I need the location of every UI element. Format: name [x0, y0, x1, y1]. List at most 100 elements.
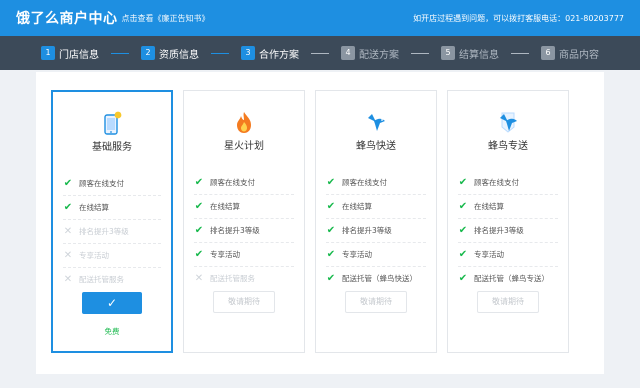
feature-text: 顾客在线支付 — [79, 179, 124, 188]
step-number: 3 — [241, 46, 255, 60]
feature-text: 配送托管服务 — [210, 274, 255, 283]
progress-steps: 1 门店信息 2 资质信息 3 合作方案 4 配送方案 5 结算信息 6 商品内… — [0, 36, 640, 70]
plan-title: 星火计划 — [224, 141, 264, 152]
feature-text: 专享活动 — [342, 250, 372, 259]
step-qualification: 2 资质信息 — [141, 46, 199, 61]
step-cooperation-plan: 3 合作方案 — [241, 46, 299, 61]
feature-text: 排名提升3等级 — [342, 226, 392, 235]
feature-text: 配送托管（蜂鸟专送） — [474, 274, 549, 283]
check-icon: ✔ — [326, 248, 336, 260]
feature-list: ✔ 顾客在线支付 ✔ 在线结算 ✕ 排名提升3等级 ✕ 专享活动 ✕ 配送托管服务 — [63, 172, 161, 291]
check-icon: ✔ — [326, 272, 336, 284]
check-icon: ✔ — [458, 224, 468, 236]
feature-text: 在线结算 — [210, 202, 240, 211]
step-number: 4 — [341, 46, 355, 60]
step-products: 6 商品内容 — [541, 46, 599, 61]
check-icon: ✔ — [63, 177, 73, 189]
step-label: 合作方案 — [259, 49, 299, 61]
top-bar: 饿了么商户中心 点击查看《廉正告知书》 如开店过程遇到问题，可以拨打客服电话：0… — [0, 0, 640, 36]
feature-item: ✔ 排名提升3等级 — [326, 219, 426, 243]
cross-icon: ✕ — [63, 249, 73, 261]
feature-text: 在线结算 — [342, 202, 372, 211]
step-label: 结算信息 — [459, 49, 499, 61]
integrity-notice-link[interactable]: 点击查看《廉正告知书》 — [122, 13, 210, 24]
feature-list: ✔ 顾客在线支付 ✔ 在线结算 ✔ 排名提升3等级 ✔ 专享活动 ✔ 配送托管（蜂鸟专送） — [458, 171, 558, 290]
feature-item: ✔ 在线结算 — [63, 196, 161, 220]
feature-text: 顾客在线支付 — [474, 178, 519, 187]
cross-icon: ✕ — [194, 272, 204, 284]
plan-card-spark[interactable]: 星火计划 ✔ 顾客在线支付 ✔ 在线结算 ✔ 排名提升3等级 ✔ 专享活动 ✕ 配送托管服… — [183, 90, 305, 353]
fire-icon — [233, 109, 255, 135]
check-icon: ✔ — [194, 224, 204, 236]
plan-card-hummingbird-express[interactable]: 蜂鸟快送 ✔ 顾客在线支付 ✔ 在线结算 ✔ 排名提升3等级 ✔ 专享活动 ✔ 配送托管（… — [315, 90, 437, 353]
step-connector — [311, 52, 329, 54]
plan-title: 基础服务 — [92, 142, 132, 153]
select-plan-button[interactable]: ✓ — [82, 292, 142, 314]
step-label: 资质信息 — [159, 49, 199, 61]
step-label: 商品内容 — [559, 49, 599, 61]
step-connector — [511, 52, 529, 54]
coming-soon-button: 敬请期待 — [213, 291, 275, 313]
feature-item: ✔ 排名提升3等级 — [194, 219, 294, 243]
step-connector — [211, 52, 229, 54]
bird-icon — [365, 109, 387, 135]
plan-card-hummingbird-dedicated[interactable]: 蜂鸟专送 ✔ 顾客在线支付 ✔ 在线结算 ✔ 排名提升3等级 ✔ 专享活动 ✔ 配送托管（… — [447, 90, 569, 353]
feature-item: ✕ 排名提升3等级 — [63, 220, 161, 244]
check-icon: ✔ — [458, 200, 468, 212]
step-number: 2 — [141, 46, 155, 60]
feature-item: ✔ 排名提升3等级 — [458, 219, 558, 243]
check-icon: ✔ — [326, 224, 336, 236]
step-label: 配送方案 — [359, 49, 399, 61]
bird-badge-icon — [497, 109, 519, 135]
feature-text: 配送托管（蜂鸟快送） — [342, 274, 417, 283]
step-delivery-plan: 4 配送方案 — [341, 46, 399, 61]
feature-item: ✔ 顾客在线支付 — [458, 171, 558, 195]
feature-text: 顾客在线支付 — [210, 178, 255, 187]
feature-item: ✔ 配送托管（蜂鸟专送） — [458, 267, 558, 290]
plan-title: 蜂鸟专送 — [488, 141, 528, 152]
plan-card-basic[interactable]: 基础服务 ✔ 顾客在线支付 ✔ 在线结算 ✕ 排名提升3等级 ✕ 专享活动 ✕ 配送托管服… — [51, 90, 173, 353]
feature-text: 在线结算 — [79, 203, 109, 212]
feature-text: 专享活动 — [210, 250, 240, 259]
cross-icon: ✕ — [63, 273, 73, 285]
check-icon: ✔ — [326, 200, 336, 212]
feature-text: 排名提升3等级 — [474, 226, 524, 235]
phone-icon — [101, 110, 123, 136]
feature-item: ✔ 在线结算 — [458, 195, 558, 219]
step-connector — [111, 52, 129, 54]
app-title: 饿了么商户中心 — [16, 11, 118, 27]
feature-text: 在线结算 — [474, 202, 504, 211]
check-icon: ✔ — [458, 272, 468, 284]
feature-item: ✔ 在线结算 — [194, 195, 294, 219]
feature-text: 专享活动 — [79, 251, 109, 260]
feature-text: 专享活动 — [474, 250, 504, 259]
step-number: 5 — [441, 46, 455, 60]
feature-item: ✔ 在线结算 — [326, 195, 426, 219]
coming-soon-button: 敬请期待 — [477, 291, 539, 313]
feature-item: ✕ 配送托管服务 — [194, 267, 294, 290]
check-icon: ✔ — [194, 200, 204, 212]
feature-item: ✔ 配送托管（蜂鸟快送） — [326, 267, 426, 290]
step-label: 门店信息 — [59, 49, 99, 61]
check-icon: ✔ — [194, 176, 204, 188]
feature-item: ✔ 专享活动 — [458, 243, 558, 267]
plan-title: 蜂鸟快送 — [356, 141, 396, 152]
plan-container: 基础服务 ✔ 顾客在线支付 ✔ 在线结算 ✕ 排名提升3等级 ✕ 专享活动 ✕ 配送托管服… — [36, 72, 604, 374]
plan-price: 免费 — [104, 327, 120, 336]
feature-list: ✔ 顾客在线支付 ✔ 在线结算 ✔ 排名提升3等级 ✔ 专享活动 ✔ 配送托管（蜂鸟快送） — [326, 171, 426, 290]
check-icon: ✔ — [326, 176, 336, 188]
step-connector — [411, 52, 429, 54]
feature-item: ✕ 配送托管服务 — [63, 268, 161, 291]
check-icon: ✔ — [194, 248, 204, 260]
check-icon: ✔ — [63, 201, 73, 213]
feature-item: ✔ 顾客在线支付 — [194, 171, 294, 195]
step-store-info: 1 门店信息 — [41, 46, 99, 61]
step-settlement: 5 结算信息 — [441, 46, 499, 61]
cross-icon: ✕ — [63, 225, 73, 237]
feature-text: 顾客在线支付 — [342, 178, 387, 187]
feature-text: 排名提升3等级 — [210, 226, 260, 235]
check-icon: ✔ — [458, 248, 468, 260]
feature-item: ✕ 专享活动 — [63, 244, 161, 268]
feature-text: 排名提升3等级 — [79, 227, 129, 236]
step-number: 6 — [541, 46, 555, 60]
